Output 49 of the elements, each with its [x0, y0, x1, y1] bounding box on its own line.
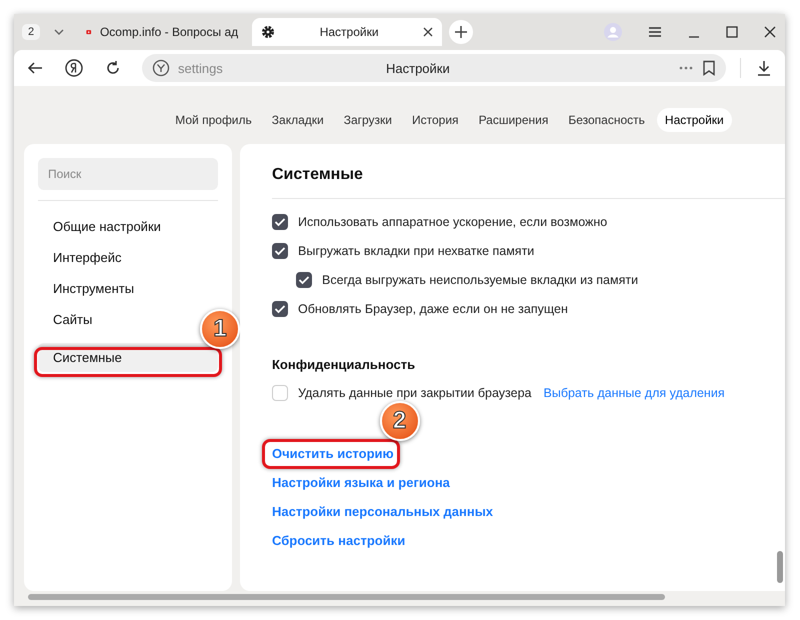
bookmark-icon[interactable] [702, 60, 716, 76]
close-icon[interactable] [763, 25, 777, 39]
browser-logo-icon [152, 59, 170, 77]
scrollbar-thumb[interactable] [28, 594, 665, 600]
option-label: Обновлять Браузер, даже если он не запущен [298, 302, 568, 316]
section-title: Системные [272, 165, 364, 184]
scrollbar-thumb[interactable] [777, 551, 783, 583]
checkbox[interactable] [296, 272, 312, 288]
step-badge: 1 [200, 309, 240, 349]
checkbox[interactable] [272, 214, 288, 230]
page-title: Настройки [386, 60, 451, 76]
settings-tab[interactable]: История [404, 108, 467, 132]
yandex-icon[interactable] [64, 58, 84, 78]
browser-tab[interactable]: Ocomp.info - Вопросы ад [78, 18, 246, 46]
url-text: settings [178, 60, 224, 76]
option-label: Выгружать вкладки при нехватке памяти [298, 244, 534, 258]
sidebar-item[interactable]: Интерфейс [38, 243, 136, 272]
sidebar-item[interactable]: Общие настройки [38, 212, 176, 241]
step-badge: 2 [380, 401, 420, 441]
search-field[interactable]: Поиск [38, 158, 218, 190]
settings-link[interactable]: Сбросить настройки [272, 533, 406, 548]
settings-link[interactable]: Очистить историю [272, 446, 394, 461]
menu-icon[interactable] [647, 25, 663, 39]
choose-data-link[interactable]: Выбрать данные для удаления [544, 386, 725, 400]
settings-tab[interactable]: Настройки [656, 108, 732, 132]
maximize-icon[interactable] [725, 25, 739, 39]
settings-tab[interactable]: Закладки [264, 108, 332, 132]
checkbox[interactable] [272, 242, 288, 258]
settings-tab[interactable]: Загрузки [336, 108, 400, 132]
settings-tab[interactable]: Расширения [470, 108, 556, 132]
browser-tab[interactable]: Настройки [252, 18, 442, 46]
settings-tab[interactable]: Безопасность [560, 108, 653, 132]
sidebar-item[interactable]: Сайты [38, 305, 108, 334]
settings-link[interactable]: Настройки персональных данных [272, 504, 494, 519]
settings-link[interactable]: Настройки языка и региона [272, 475, 450, 490]
option-label: Использовать аппаратное ускорение, если возможно [298, 214, 608, 228]
checkbox[interactable] [272, 300, 288, 316]
sidebar-item[interactable]: Инструменты [38, 274, 150, 303]
section-heading: Конфиденциальность [272, 357, 416, 372]
new-tab-icon[interactable] [448, 19, 474, 45]
address-bar[interactable]: settings Настройки [142, 54, 726, 82]
option-label: Удалять данные при закрытии браузера [298, 386, 532, 400]
download-icon[interactable] [755, 59, 773, 77]
settings-tab[interactable]: Мой профиль [167, 108, 260, 132]
gear-icon [260, 24, 276, 40]
tab-count[interactable]: 2 [22, 24, 40, 40]
option-label: Всегда выгружать неиспользуемые вкладки из памяти [322, 272, 638, 286]
more-icon[interactable] [678, 65, 694, 71]
close-icon[interactable] [422, 26, 434, 38]
